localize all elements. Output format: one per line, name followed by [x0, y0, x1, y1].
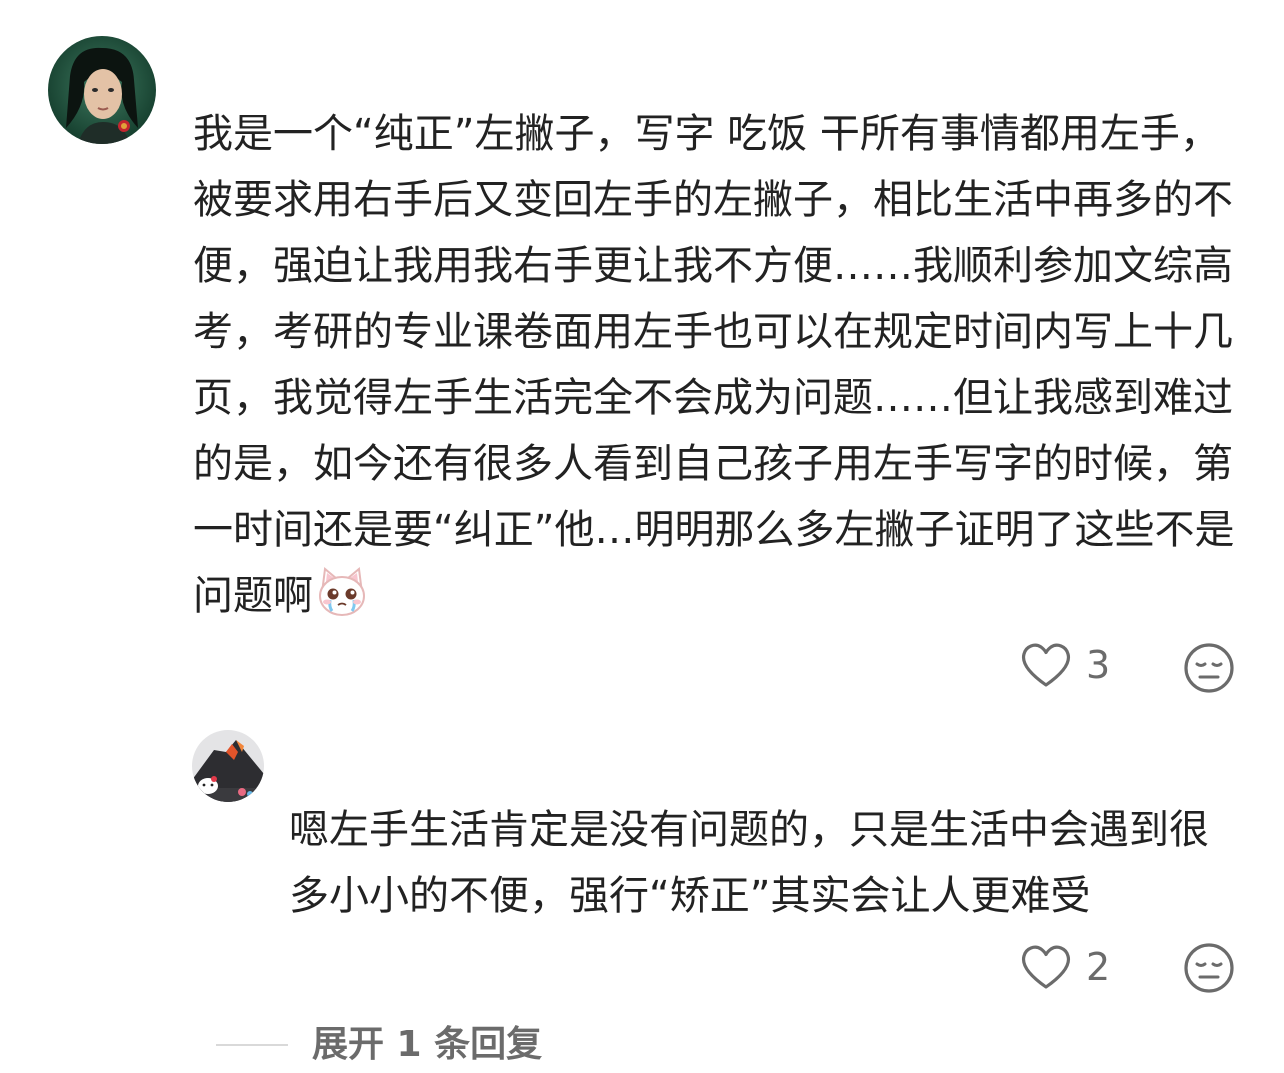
heart-outline-icon [1021, 945, 1071, 989]
comment-text-1: 我是一个“纯正”左撇子，写字 吃饭 干所有事情都用左手，被要求用右手后又变回左手… [193, 101, 1238, 629]
neutral-face-icon [1184, 643, 1234, 693]
comment-text-2: 嗯左手生活肯定是没有问题的，只是生活中会遇到很多小小的不便，强行“矫正”其实会让… [289, 797, 1219, 929]
expand-replies-label: 展开 1 条回复 [312, 1024, 543, 1065]
expand-divider [216, 1044, 288, 1046]
dislike-button-2[interactable] [1183, 942, 1235, 994]
avatar-portrait [48, 36, 156, 144]
like-button-2[interactable]: 2 [1020, 942, 1110, 992]
neutral-face-icon [1184, 943, 1234, 993]
comment-body-1: 我是一个“纯正”左撇子，写字 吃饭 干所有事情都用左手，被要求用右手后又变回左手… [193, 111, 1235, 619]
comment-body-2: 嗯左手生活肯定是没有问题的，只是生活中会遇到很多小小的不便，强行“矫正”其实会让… [289, 807, 1209, 919]
user-avatar-1[interactable] [48, 36, 156, 144]
expand-replies-button[interactable]: 展开 1 条回复 [216, 1020, 542, 1070]
user-avatar-2[interactable] [192, 730, 264, 802]
like-count-2: 2 [1086, 945, 1111, 989]
like-count-1: 3 [1086, 643, 1111, 687]
dislike-button-1[interactable] [1183, 642, 1235, 694]
avatar-volcano [192, 730, 264, 802]
heart-outline-icon [1021, 643, 1071, 687]
crying-cat-emoji-icon [315, 565, 369, 619]
like-button-1[interactable]: 3 [1020, 640, 1110, 690]
